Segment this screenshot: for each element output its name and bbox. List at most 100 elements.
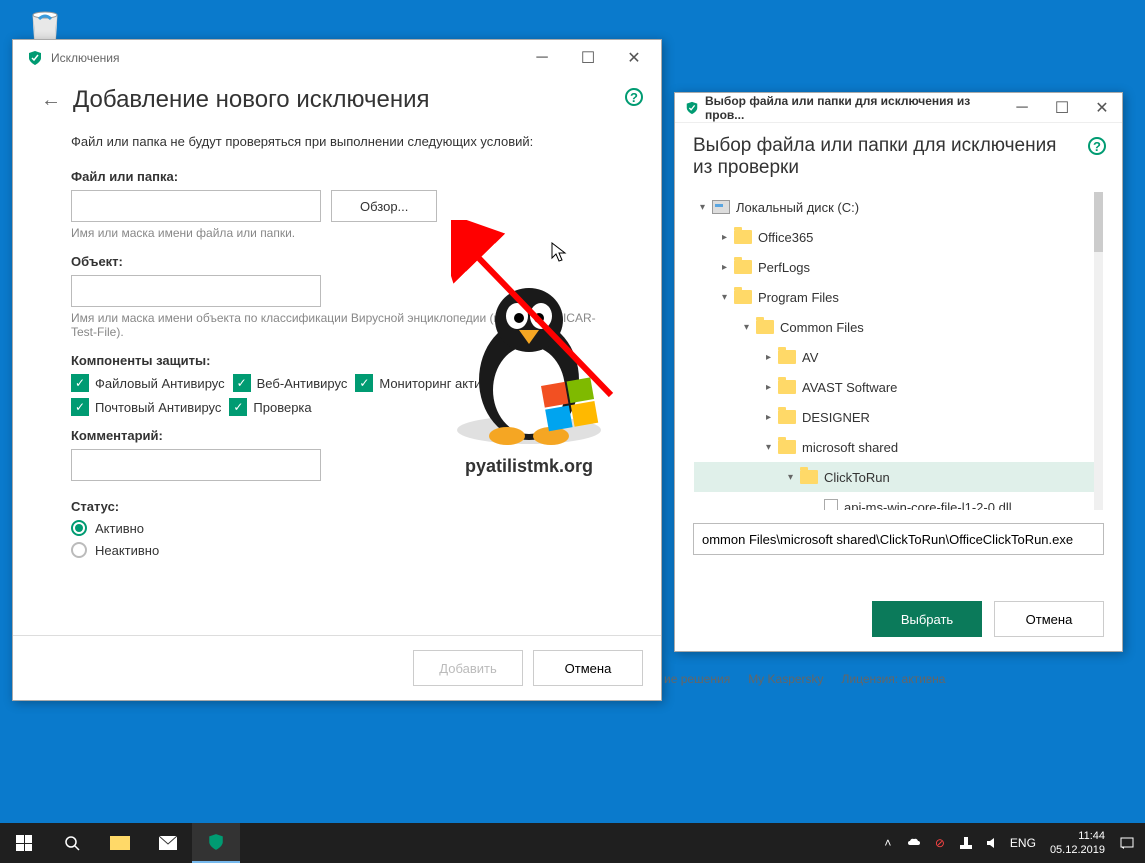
taskbar-kaspersky[interactable]	[192, 823, 240, 863]
tree-folder[interactable]: ▾Program Files	[694, 282, 1103, 312]
titlebar[interactable]: Выбор файла или папки для исключения из …	[675, 93, 1122, 123]
folder-icon	[778, 440, 796, 454]
other-solutions-link[interactable]: ие решения	[664, 672, 730, 686]
minimize-button[interactable]: ─	[1002, 92, 1042, 124]
status-strip: ие решения My Kaspersky Лицензия: активн…	[664, 664, 974, 694]
my-kaspersky-link[interactable]: My Kaspersky	[748, 672, 823, 686]
folder-tree: ▾ Локальный диск (C:) ▸ Office365 ▸ PerfLog…	[693, 191, 1104, 511]
tree-folder[interactable]: ▸AVAST Software	[694, 372, 1103, 402]
shield-icon	[685, 101, 699, 115]
check-scan[interactable]: ✓Проверка	[229, 398, 311, 416]
node-label: Office365	[758, 230, 813, 245]
check-web-av[interactable]: ✓Веб-Антивирус	[233, 374, 348, 392]
disk-icon	[712, 200, 730, 214]
components-label: Компоненты защиты:	[71, 353, 603, 368]
check-monitoring[interactable]: ✓Мониторинг активности	[355, 374, 522, 392]
radio-inactive[interactable]: Неактивно	[71, 542, 603, 558]
add-button[interactable]: Добавить	[413, 650, 523, 686]
file-picker-window: Выбор файла или папки для исключения из …	[674, 92, 1123, 652]
start-button[interactable]	[0, 823, 48, 863]
folder-icon	[734, 260, 752, 274]
cancel-button[interactable]: Отмена	[994, 601, 1104, 637]
comment-label: Комментарий:	[71, 428, 603, 443]
folder-icon	[734, 230, 752, 244]
select-button[interactable]: Выбрать	[872, 601, 982, 637]
file-hint: Имя или маска имени файла или папки.	[71, 226, 603, 240]
folder-icon	[778, 350, 796, 364]
check-file-av[interactable]: ✓Файловый Антивирус	[71, 374, 225, 392]
check-mail-av[interactable]: ✓Почтовый Антивирус	[71, 398, 221, 416]
license-status: Лицензия: активна	[842, 672, 946, 686]
tree-disk[interactable]: ▾ Локальный диск (C:)	[694, 192, 1103, 222]
help-icon[interactable]: ?	[1088, 137, 1106, 155]
check-icon: ✓	[229, 398, 247, 416]
folder-icon	[756, 320, 774, 334]
tray-alert-icon[interactable]: ⊘	[928, 823, 952, 863]
comment-input[interactable]	[71, 449, 321, 481]
caret-icon: ▸	[766, 352, 778, 363]
node-label: microsoft shared	[802, 440, 898, 455]
tray-volume-icon[interactable]	[980, 823, 1004, 863]
tray-network-icon[interactable]	[954, 823, 978, 863]
exclusions-window: Исключения ─ ☐ ✕ ? ← Добавление нового и…	[12, 39, 662, 701]
object-hint: Имя или маска имени объекта по классифик…	[71, 311, 603, 339]
maximize-button[interactable]: ☐	[1042, 92, 1082, 124]
tree-folder[interactable]: ▸ PerfLogs	[694, 252, 1103, 282]
caret-icon: ▸	[722, 232, 734, 243]
description: Файл или папка не будут проверяться при …	[71, 134, 603, 149]
minimize-button[interactable]: ─	[519, 42, 565, 74]
tree-folder[interactable]: ▸AV	[694, 342, 1103, 372]
taskbar-explorer[interactable]	[96, 823, 144, 863]
tree-folder[interactable]: ▸ Office365	[694, 222, 1103, 252]
caret-icon: ▸	[766, 382, 778, 393]
node-label: PerfLogs	[758, 260, 810, 275]
tree-folder[interactable]: ▾ microsoft shared	[694, 432, 1103, 462]
node-label: DESIGNER	[802, 410, 870, 425]
object-label: Объект:	[71, 254, 603, 269]
tree-file[interactable]: api-ms-win-core-file-l1-2-0.dll	[694, 492, 1103, 511]
file-input[interactable]	[71, 190, 321, 222]
tray-clock[interactable]: 11:44 05.12.2019	[1042, 829, 1113, 858]
check-icon: ✓	[355, 374, 373, 392]
path-input[interactable]	[693, 523, 1104, 555]
folder-icon	[778, 410, 796, 424]
caret-icon: ▾	[766, 442, 778, 453]
maximize-button[interactable]: ☐	[565, 42, 611, 74]
tray-notifications-icon[interactable]	[1115, 823, 1139, 863]
folder-icon	[800, 470, 818, 484]
tray-language[interactable]: ENG	[1006, 823, 1040, 863]
radio-icon	[71, 542, 87, 558]
status-label: Статус:	[71, 499, 603, 514]
taskbar-search[interactable]	[48, 823, 96, 863]
page-heading: Добавление нового исключения	[73, 86, 429, 114]
tray-up-icon[interactable]: ˄	[876, 823, 900, 863]
cancel-button[interactable]: Отмена	[533, 650, 643, 686]
node-label: api-ms-win-core-file-l1-2-0.dll	[844, 500, 1012, 512]
caret-icon: ▸	[722, 262, 734, 273]
page-heading: Выбор файла или папки для исключения из …	[693, 135, 1104, 179]
file-label: Файл или папка:	[71, 169, 603, 184]
check-icon: ✓	[71, 398, 89, 416]
taskbar-mail[interactable]	[144, 823, 192, 863]
tree-folder[interactable]: ▾Common Files	[694, 312, 1103, 342]
titlebar[interactable]: Исключения ─ ☐ ✕	[13, 40, 661, 76]
radio-active[interactable]: Активно	[71, 520, 603, 536]
radio-icon	[71, 520, 87, 536]
shield-icon	[27, 50, 43, 66]
tree-folder[interactable]: ▾ClickToRun	[694, 462, 1103, 492]
close-button[interactable]: ✕	[1082, 92, 1122, 124]
window-title: Исключения	[51, 51, 519, 65]
file-icon	[824, 499, 838, 511]
tree-folder[interactable]: ▸DESIGNER	[694, 402, 1103, 432]
object-input[interactable]	[71, 275, 321, 307]
check-icon: ✓	[71, 374, 89, 392]
window-title: Выбор файла или папки для исключения из …	[705, 94, 1002, 122]
scrollbar-thumb[interactable]	[1094, 192, 1104, 252]
help-icon[interactable]: ?	[625, 88, 643, 106]
tray-onedrive-icon[interactable]	[902, 823, 926, 863]
browse-button[interactable]: Обзор...	[331, 190, 437, 222]
taskbar: ˄ ⊘ ENG 11:44 05.12.2019	[0, 823, 1145, 863]
node-label: Program Files	[758, 290, 839, 305]
close-button[interactable]: ✕	[611, 42, 657, 74]
back-arrow-icon[interactable]: ←	[41, 89, 61, 112]
